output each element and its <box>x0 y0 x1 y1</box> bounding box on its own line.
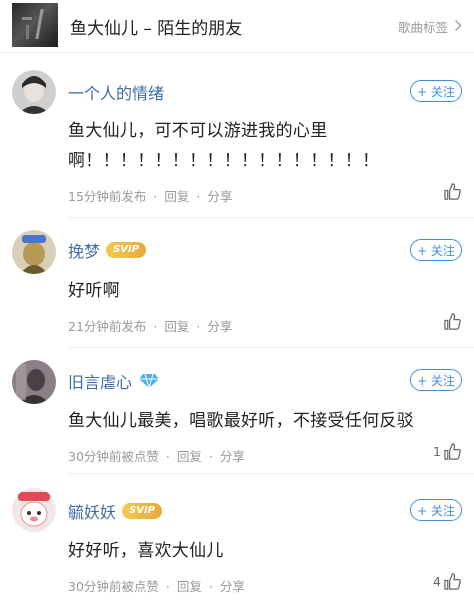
follow-button[interactable]: + 关注 <box>410 239 462 261</box>
thumbs-up-icon <box>444 573 461 590</box>
comment-meta: 30分钟前被点赞 · 回复 · 分享 <box>68 449 245 464</box>
comment-item: 一个人的情绪 + 关注 鱼大仙儿，可不可以游进我的心里 啊！！！！！！！！！！！… <box>0 52 474 218</box>
reply-button[interactable]: 回复 <box>164 319 189 334</box>
thumbs-up-icon <box>444 443 461 460</box>
like-button[interactable] <box>441 182 462 201</box>
like-button[interactable]: 1 <box>433 442 462 461</box>
avatar[interactable] <box>12 230 56 274</box>
username[interactable]: 挽梦 <box>68 238 100 262</box>
comment-meta: 15分钟前发布 · 回复 · 分享 <box>68 189 233 204</box>
share-button[interactable]: 分享 <box>207 319 232 334</box>
diamond-badge-icon <box>139 373 160 389</box>
follow-button[interactable]: + 关注 <box>410 369 462 391</box>
svip-badge: SVIP <box>106 242 147 258</box>
song-header: 鱼大仙儿 – 陌生的朋友 歌曲标签 <box>0 0 474 53</box>
comment-time: 15分钟前发布 <box>68 189 147 204</box>
avatar[interactable] <box>12 70 56 114</box>
comment-item: 旧言虐心 + 关注 鱼大仙儿最美，唱歌最好听，不接受任何反驳 30分钟前被点赞 ·… <box>0 348 474 474</box>
follow-button[interactable]: + 关注 <box>410 499 462 521</box>
comment-time: 21分钟前发布 <box>68 319 147 334</box>
like-button[interactable]: 4 <box>433 572 462 591</box>
reply-button[interactable]: 回复 <box>177 449 202 464</box>
avatar[interactable] <box>12 488 56 532</box>
share-button[interactable]: 分享 <box>220 449 245 464</box>
username[interactable]: 旧言虐心 <box>68 369 132 393</box>
comment-time: 30分钟前被点赞 <box>68 579 159 594</box>
reply-button[interactable]: 回复 <box>164 189 189 204</box>
comment-meta: 21分钟前发布 · 回复 · 分享 <box>68 319 233 334</box>
thumbs-up-icon <box>444 183 461 200</box>
like-count: 4 <box>433 574 441 589</box>
comment-text: 好好听，喜欢大仙儿 <box>68 541 224 561</box>
comment-text: 鱼大仙儿，可不可以游进我的心里 啊！！！！！！！！！！！！！！！！！ <box>68 121 380 171</box>
follow-button[interactable]: + 关注 <box>410 80 462 102</box>
reply-button[interactable]: 回复 <box>177 579 202 594</box>
comment-item: 毓妖妖 SVIP + 关注 好好听，喜欢大仙儿 30分钟前被点赞 · 回复 · 分享 4 <box>0 474 474 603</box>
comment-text: 好听啊 <box>68 281 120 301</box>
share-button[interactable]: 分享 <box>207 189 232 204</box>
comment-text: 鱼大仙儿最美，唱歌最好听，不接受任何反驳 <box>68 411 414 431</box>
song-tag-link[interactable]: 歌曲标签 <box>398 17 448 36</box>
comment-item: 挽梦 SVIP + 关注 好听啊 21分钟前发布 · 回复 · 分享 <box>0 218 474 348</box>
like-button[interactable] <box>441 312 462 331</box>
comment-meta: 30分钟前被点赞 · 回复 · 分享 <box>68 579 245 594</box>
username[interactable]: 毓妖妖 <box>68 499 116 523</box>
like-count: 1 <box>433 444 441 459</box>
comment-time: 30分钟前被点赞 <box>68 449 159 464</box>
username[interactable]: 一个人的情绪 <box>68 80 164 104</box>
song-title: 鱼大仙儿 – 陌生的朋友 <box>70 19 243 39</box>
avatar[interactable] <box>12 360 56 404</box>
chevron-right-icon[interactable] <box>454 19 462 32</box>
thumbs-up-icon <box>444 313 461 330</box>
share-button[interactable]: 分享 <box>220 579 245 594</box>
album-cover[interactable] <box>12 3 58 47</box>
svip-badge: SVIP <box>122 503 163 519</box>
